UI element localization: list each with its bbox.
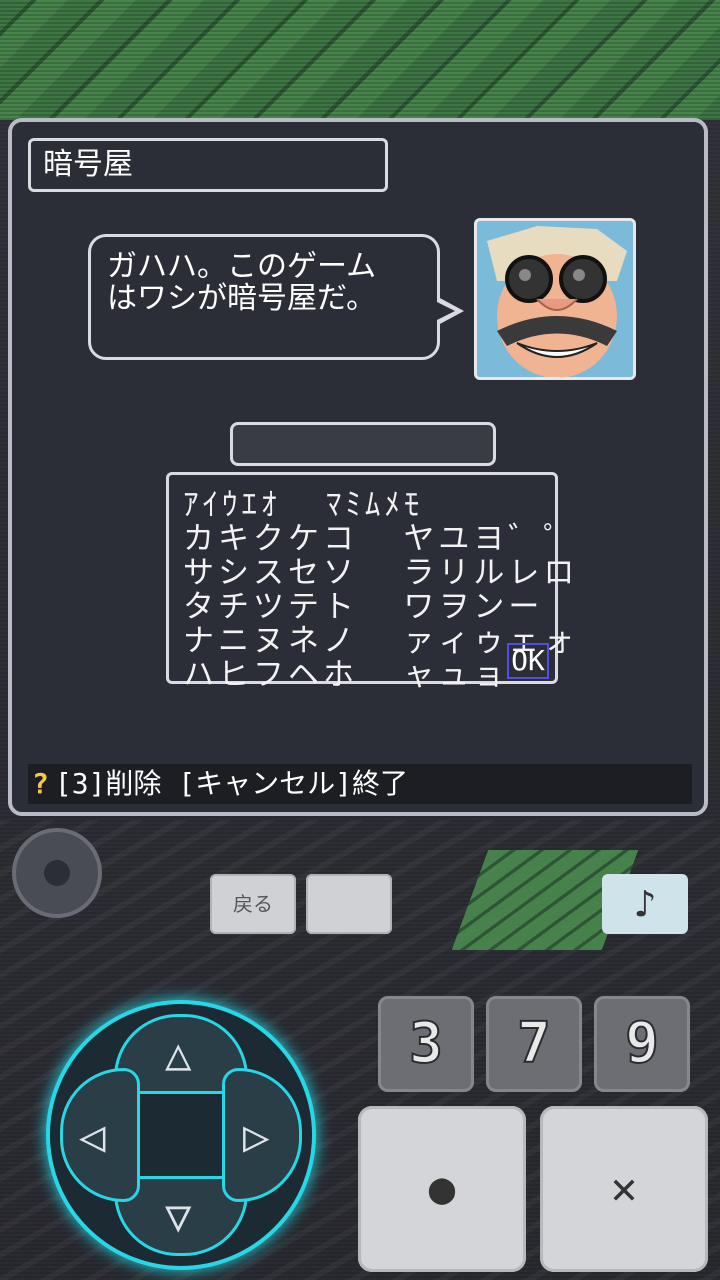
arrow-down-icon: ▽ xyxy=(165,1191,192,1242)
settings-gear-icon[interactable] xyxy=(12,828,102,918)
arrow-up-icon: △ xyxy=(165,1029,192,1080)
kana-keyboard: ｱｲｳｴｵ ﾏﾐﾑﾒﾓ カキクケコ ヤユヨ゛゜ サシスセソ ラリルレロ タチツテ… xyxy=(166,472,574,693)
speech-bubble: ガハハ。このゲーム はワシが暗号屋だ。 xyxy=(88,234,440,360)
message-line-1: ガハハ。このゲーム xyxy=(107,249,377,284)
arrow-right-icon: ▷ xyxy=(243,1111,270,1162)
dpad-left[interactable]: ◁ xyxy=(60,1068,140,1202)
music-note-icon[interactable]: ♪ xyxy=(602,874,688,934)
question-icon: ? xyxy=(32,767,49,800)
confirm-button[interactable]: ● xyxy=(358,1106,526,1272)
ok-key[interactable]: OK xyxy=(507,643,549,679)
blank-button[interactable] xyxy=(306,874,392,934)
speaker-name-box: 暗号屋 xyxy=(28,138,388,192)
arrow-left-icon: ◁ xyxy=(79,1111,106,1162)
button-7[interactable]: 7 xyxy=(486,996,582,1092)
help-text: [3]削除 [キャンセル]終了 xyxy=(54,767,409,800)
button-3[interactable]: 3 xyxy=(378,996,474,1092)
character-portrait xyxy=(474,218,636,380)
back-button[interactable]: 戻る xyxy=(210,874,296,934)
speaker-name: 暗号屋 xyxy=(43,147,133,182)
help-bar: ? [3]削除 [キャンセル]終了 xyxy=(28,764,692,804)
dpad: △ ▽ ◁ ▷ xyxy=(46,1000,316,1270)
dpad-right[interactable]: ▷ xyxy=(222,1068,302,1202)
cancel-button[interactable]: ✕ xyxy=(540,1106,708,1272)
button-9[interactable]: 9 xyxy=(594,996,690,1092)
cipher-dialog: 暗号屋 ガハハ。このゲーム はワシが暗号屋だ。 ｱｲｳｴｵ ﾏﾐﾑﾒﾓ カキクケ… xyxy=(8,118,708,816)
kana-row-6[interactable]: ハヒフヘホ ャュョ xyxy=(183,649,508,694)
speech-bubble-tail xyxy=(435,297,464,325)
cipher-input-field[interactable] xyxy=(230,422,496,466)
map-tiles-top xyxy=(0,0,720,120)
message-line-2: はワシが暗号屋だ。 xyxy=(107,281,377,316)
old-man-face-icon xyxy=(477,221,633,377)
